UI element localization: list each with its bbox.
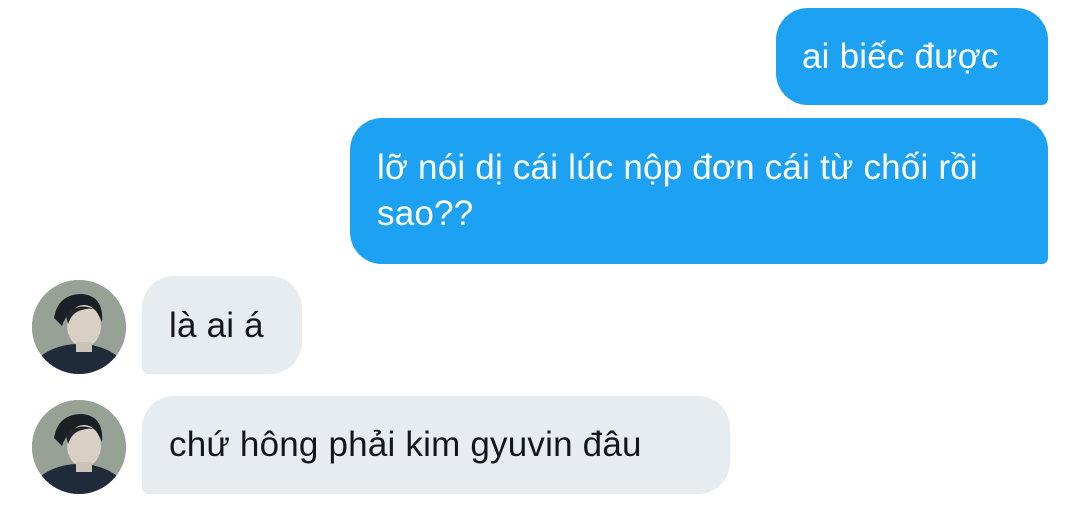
- avatar[interactable]: [32, 280, 126, 374]
- message-text: là ai á: [169, 306, 264, 345]
- profile-photo-icon: [32, 400, 126, 494]
- message-text: ai biếc được: [802, 37, 999, 76]
- profile-photo-icon: [32, 280, 126, 374]
- conversation-thread: ai biếc được lỡ nói dị cái lúc nộp đơn c…: [0, 0, 1080, 514]
- message-text: chứ hông phải kim gyuvin đâu: [169, 425, 642, 464]
- message-text: lỡ nói dị cái lúc nộp đơn cái từ chối rồ…: [377, 148, 978, 233]
- received-message-bubble[interactable]: là ai á: [142, 276, 302, 374]
- sent-message-bubble[interactable]: lỡ nói dị cái lúc nộp đơn cái từ chối rồ…: [350, 118, 1048, 264]
- avatar[interactable]: [32, 400, 126, 494]
- received-message-bubble[interactable]: chứ hông phải kim gyuvin đâu: [142, 396, 730, 494]
- sent-message-bubble[interactable]: ai biếc được: [776, 8, 1048, 105]
